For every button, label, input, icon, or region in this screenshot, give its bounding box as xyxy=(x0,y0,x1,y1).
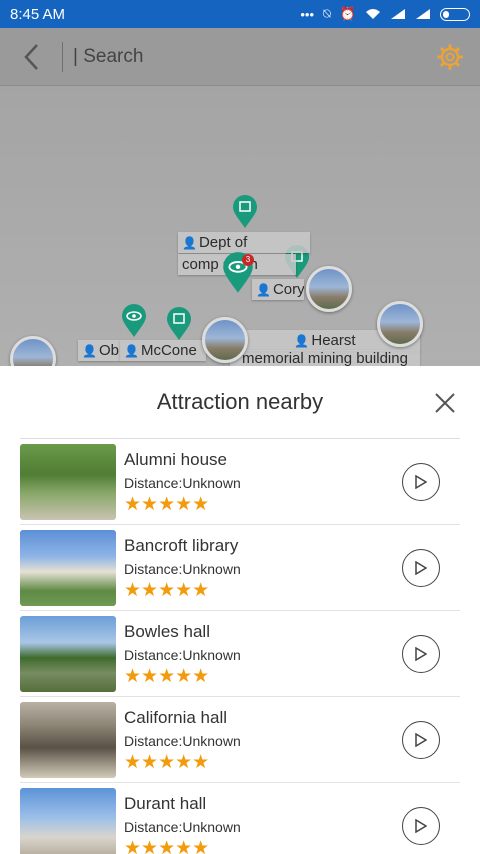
back-button[interactable] xyxy=(0,28,62,86)
list-item[interactable]: Durant hall Distance:Unknown ★★★★★ xyxy=(20,783,460,854)
attraction-name: Durant hall xyxy=(124,794,207,813)
toolbar-divider xyxy=(62,41,63,72)
panel-header: Attraction nearby xyxy=(20,366,460,439)
status-icons: ••• ⍉ ⏰ xyxy=(300,6,470,22)
attraction-name: California hall xyxy=(124,707,227,727)
star-rating: ★★★★★ xyxy=(124,838,210,854)
settings-button[interactable] xyxy=(420,28,480,86)
person-icon: 👤 xyxy=(294,334,310,348)
map-view[interactable]: | Search 👤Dept of comp scien 👤Cory 👤Ob 👤… xyxy=(0,28,480,366)
play-button[interactable] xyxy=(402,807,440,845)
close-icon xyxy=(435,393,455,413)
alarm-icon: ⏰ xyxy=(339,6,356,21)
play-button[interactable] xyxy=(402,549,440,587)
person-icon: 👤 xyxy=(256,283,271,297)
signal-icon xyxy=(416,9,430,19)
map-label-mccone[interactable]: 👤 McCone xyxy=(120,340,206,361)
play-icon xyxy=(415,733,427,747)
attraction-thumbnail xyxy=(20,443,116,520)
play-icon xyxy=(415,819,427,833)
attraction-name: Alumni house xyxy=(124,449,228,469)
map-label-ob[interactable]: 👤 Ob xyxy=(78,340,120,361)
play-button[interactable] xyxy=(402,721,440,759)
attraction-thumbnail xyxy=(20,529,116,606)
status-time: 8:45 AM xyxy=(10,5,66,23)
list-item[interactable]: Bancroft library Distance:Unknown ★★★★★ xyxy=(20,525,460,611)
attraction-distance: Distance:Unknown xyxy=(124,819,241,835)
attraction-name: Bancroft library xyxy=(124,535,239,555)
list-item[interactable]: California hall Distance:Unknown ★★★★★ xyxy=(20,697,460,783)
attraction-panel: Attraction nearby Alumni house Distance:… xyxy=(0,366,480,854)
dots-icon: ••• xyxy=(300,6,314,22)
attraction-list: Alumni house Distance:Unknown ★★★★★ Banc… xyxy=(20,439,460,854)
person-icon: 👤 xyxy=(182,236,197,250)
attraction-distance: Distance:Unknown xyxy=(124,560,241,577)
list-item[interactable]: Bowles hall Distance:Unknown ★★★★★ xyxy=(20,611,460,697)
star-rating: ★★★★★ xyxy=(124,751,210,773)
attraction-name: Bowles hall xyxy=(124,621,210,641)
play-icon xyxy=(415,647,427,661)
play-button[interactable] xyxy=(402,463,440,501)
photo-marker[interactable] xyxy=(202,317,248,363)
person-icon: 👤 xyxy=(124,344,139,358)
battery-icon xyxy=(440,7,470,21)
toolbar: | Search xyxy=(0,28,480,86)
attraction-thumbnail xyxy=(20,615,116,692)
building-pin-icon[interactable] xyxy=(232,195,258,229)
attraction-distance: Distance:Unknown xyxy=(124,474,241,491)
map-label-dept[interactable]: 👤 Dept of xyxy=(178,232,310,253)
attraction-distance: Distance:Unknown xyxy=(124,646,241,663)
gear-icon xyxy=(437,43,463,70)
wifi-icon xyxy=(366,9,380,19)
status-bar: 8:45 AM ••• ⍉ ⏰ xyxy=(0,0,480,28)
chevron-left-icon xyxy=(24,43,38,70)
mute-icon: ⍉ xyxy=(323,6,331,21)
star-rating: ★★★★★ xyxy=(124,665,210,687)
attraction-distance: Distance:Unknown xyxy=(124,732,241,749)
cluster-badge: 3 xyxy=(242,254,254,266)
play-icon xyxy=(415,561,427,575)
star-rating: ★★★★★ xyxy=(124,493,210,515)
attraction-thumbnail xyxy=(20,701,116,778)
photo-marker[interactable] xyxy=(306,266,352,312)
play-button[interactable] xyxy=(402,635,440,673)
play-icon xyxy=(415,475,427,489)
map-label-hearst-line2[interactable]: memorial mining building xyxy=(230,350,420,366)
panel-title: Attraction nearby xyxy=(156,389,324,414)
map-label-cory[interactable]: 👤 Cory xyxy=(252,279,304,300)
star-rating: ★★★★★ xyxy=(124,579,210,601)
photo-marker[interactable] xyxy=(377,301,423,347)
building-pin-icon[interactable] xyxy=(166,307,192,341)
signal-icon xyxy=(391,9,405,19)
eye-pin-icon[interactable] xyxy=(121,304,147,338)
attraction-thumbnail xyxy=(20,788,116,854)
list-item[interactable]: Alumni house Distance:Unknown ★★★★★ xyxy=(20,439,460,525)
search-input[interactable]: | Search xyxy=(73,28,420,86)
person-icon: 👤 xyxy=(82,344,97,358)
close-button[interactable] xyxy=(430,388,460,418)
